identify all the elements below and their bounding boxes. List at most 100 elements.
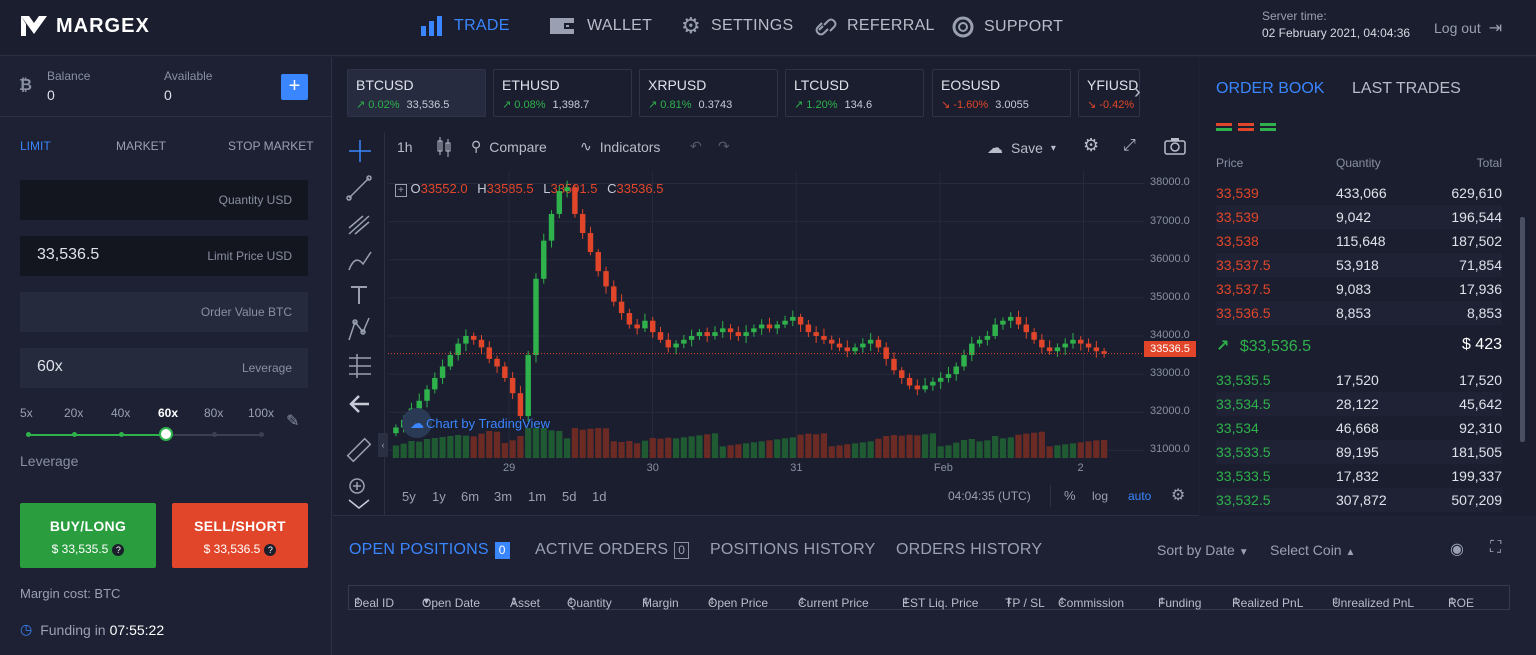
view-bids-icon[interactable]	[1260, 123, 1276, 131]
sell-short-button[interactable]: SELL/SHORT $ 33,536.5?	[172, 503, 308, 568]
candles-style-icon[interactable]	[436, 137, 452, 157]
limit-price-input[interactable]: 33,536.5 Limit Price USD	[20, 236, 308, 276]
ticker-change: 1.20%	[806, 99, 838, 111]
bid-row[interactable]: 33,533.5 17,832 199,337	[1216, 464, 1502, 488]
tab-orders-history[interactable]: ORDERS HISTORY	[896, 541, 1042, 559]
timeframe-1d[interactable]: 1d	[592, 489, 606, 504]
ticker-ltcusd[interactable]: LTCUSD ↗ 1.20% 134.6	[785, 69, 924, 117]
tab-order-book[interactable]: ORDER BOOK	[1216, 80, 1324, 98]
leverage-input[interactable]: 60x Leverage	[20, 348, 308, 388]
price-axis[interactable]: 38000.0 37000.0 36000.0 35000.0 34000.0 33000…	[1144, 172, 1199, 458]
tab-market[interactable]: MARKET	[116, 139, 166, 153]
leverage-slider-handle[interactable]	[159, 427, 173, 441]
watermark-label: Chart by TradingView	[426, 415, 551, 431]
volume-bar	[416, 441, 423, 458]
compare-button[interactable]: ⚲ Compare	[471, 138, 547, 155]
auto-toggle[interactable]: auto	[1128, 489, 1151, 503]
trendline-icon	[346, 175, 372, 201]
leverage-100x[interactable]: 100x	[248, 406, 274, 420]
pencil-icon[interactable]: ✎	[286, 411, 299, 431]
volume-bar	[844, 444, 851, 458]
ticker-xrpusd[interactable]: XRPUSD ↗ 0.81% 0.3743	[639, 69, 778, 117]
sort-dropdown[interactable]: Sort by Date ▼	[1157, 542, 1249, 558]
help-icon[interactable]: ?	[264, 544, 277, 556]
undo-icon[interactable]: ↶	[690, 138, 702, 155]
indicators-button[interactable]: ∿ Indicators	[580, 138, 660, 155]
sort-icon: ⇕	[902, 596, 910, 606]
ask-row[interactable]: 33,539 9,042 196,544	[1216, 205, 1502, 229]
gear-icon[interactable]: ⚙	[1083, 135, 1099, 156]
interval-selector[interactable]: 1h	[397, 139, 413, 155]
candle-body	[1046, 347, 1053, 352]
view-asks-icon[interactable]	[1238, 123, 1254, 131]
tab-limit[interactable]: LIMIT	[20, 139, 51, 153]
buy-long-button[interactable]: BUY/LONG $ 33,535.5?	[20, 503, 156, 568]
tab-positions-history[interactable]: POSITIONS HISTORY	[710, 541, 876, 559]
ticker-btcusd[interactable]: BTCUSD ↗ 0.02% 33,536.5	[347, 69, 486, 117]
tab-last-trades[interactable]: LAST TRADES	[1352, 80, 1461, 98]
bid-row[interactable]: 33,533.5 89,195 181,505	[1216, 440, 1502, 464]
ask-row[interactable]: 33,538 115,648 187,502	[1216, 229, 1502, 253]
candle-body	[774, 324, 780, 329]
nav-referral[interactable]: REFERRAL	[815, 16, 935, 36]
timeframe-3m[interactable]: 3m	[494, 489, 512, 504]
gear-icon[interactable]: ⚙	[1171, 485, 1185, 505]
view-both-icon[interactable]	[1216, 123, 1232, 131]
scrollbar[interactable]	[1520, 217, 1525, 442]
leverage-5x[interactable]: 5x	[20, 406, 33, 420]
eye-icon[interactable]: ◉	[1450, 539, 1464, 559]
volume-bar	[1054, 445, 1061, 458]
redo-icon[interactable]: ↷	[718, 138, 730, 155]
nav-trade[interactable]: TRADE	[420, 16, 510, 36]
nav-support[interactable]: SUPPORT	[952, 16, 1063, 38]
tab-open-positions[interactable]: OPEN POSITIONS 0	[349, 541, 510, 559]
timeframe-5y[interactable]: 5y	[402, 489, 416, 504]
book-view-toggle[interactable]	[1216, 123, 1276, 131]
expand-panel-icon[interactable]: ⛶	[1490, 539, 1501, 557]
y-tick-label: 31000.0	[1150, 443, 1190, 456]
leverage-20x[interactable]: 20x	[64, 406, 83, 420]
bid-row[interactable]: 33,534.5 28,122 45,642	[1216, 392, 1502, 416]
time-axis[interactable]: 29 30 31 Feb 2	[388, 458, 1144, 478]
leverage-80x[interactable]: 80x	[204, 406, 223, 420]
camera-icon[interactable]	[1164, 137, 1186, 155]
ask-row[interactable]: 33,536.5 8,853 8,853	[1216, 301, 1502, 325]
log-toggle[interactable]: log	[1092, 489, 1108, 503]
timeframe-6m[interactable]: 6m	[461, 489, 479, 504]
bid-row[interactable]: 33,534 46,668 92,310	[1216, 416, 1502, 440]
deposit-button[interactable]: +	[281, 74, 308, 100]
chevron-right-icon[interactable]: ›	[1134, 81, 1141, 104]
ask-row[interactable]: 33,537.5 53,918 71,854	[1216, 253, 1502, 277]
timeframe-1m[interactable]: 1m	[528, 489, 546, 504]
timeframe-5d[interactable]: 5d	[562, 489, 576, 504]
ask-row[interactable]: 33,539 433,066 629,610	[1216, 181, 1502, 205]
save-button[interactable]: ☁ Save ▾	[987, 138, 1056, 158]
quantity-input[interactable]: Quantity USD	[20, 180, 308, 220]
ticker-change: -1.60%	[953, 99, 989, 111]
percent-toggle[interactable]: %	[1064, 488, 1076, 503]
tab-stop-market[interactable]: STOP MARKET	[228, 139, 314, 153]
ask-row[interactable]: 33,537.5 9,083 17,936	[1216, 277, 1502, 301]
fullscreen-icon[interactable]: ⤢	[1123, 137, 1136, 155]
ticker-eosusd[interactable]: EOSUSD ↘ -1.60% 3.0055	[932, 69, 1071, 117]
tab-active-orders[interactable]: ACTIVE ORDERS 0	[535, 541, 690, 559]
help-icon[interactable]: ?	[112, 544, 125, 556]
candle-body	[1093, 347, 1100, 352]
leverage-40x[interactable]: 40x	[111, 406, 130, 420]
arrow-up-right-icon: ↗	[356, 99, 366, 111]
y-tick-label: 33000.0	[1150, 367, 1190, 380]
collapse-toolbar-button[interactable]: ‹	[378, 433, 388, 457]
brand-logo[interactable]: MARGEX	[20, 14, 150, 38]
nav-settings[interactable]: ⚙ SETTINGS	[681, 15, 793, 37]
ticker-ethusd[interactable]: ETHUSD ↗ 0.08% 1,398.7	[493, 69, 632, 117]
tradingview-watermark[interactable]: ☁ Chart by TradingView	[402, 408, 550, 438]
logout-button[interactable]: Log out ⇥	[1434, 18, 1502, 38]
nav-wallet[interactable]: WALLET	[549, 16, 652, 36]
arrow-down-right-icon: ↘	[941, 99, 951, 111]
leverage-60x[interactable]: 60x	[158, 406, 178, 420]
bid-row[interactable]: 33,532.5 307,872 507,209	[1216, 488, 1502, 512]
timeframe-1y[interactable]: 1y	[432, 489, 446, 504]
select-coin-dropdown[interactable]: Select Coin ▲	[1270, 542, 1355, 558]
bid-row[interactable]: 33,535.5 17,520 17,520	[1216, 368, 1502, 392]
ticker-yfiusd[interactable]: YFIUSD↘ -0.42% 3...	[1078, 69, 1140, 117]
